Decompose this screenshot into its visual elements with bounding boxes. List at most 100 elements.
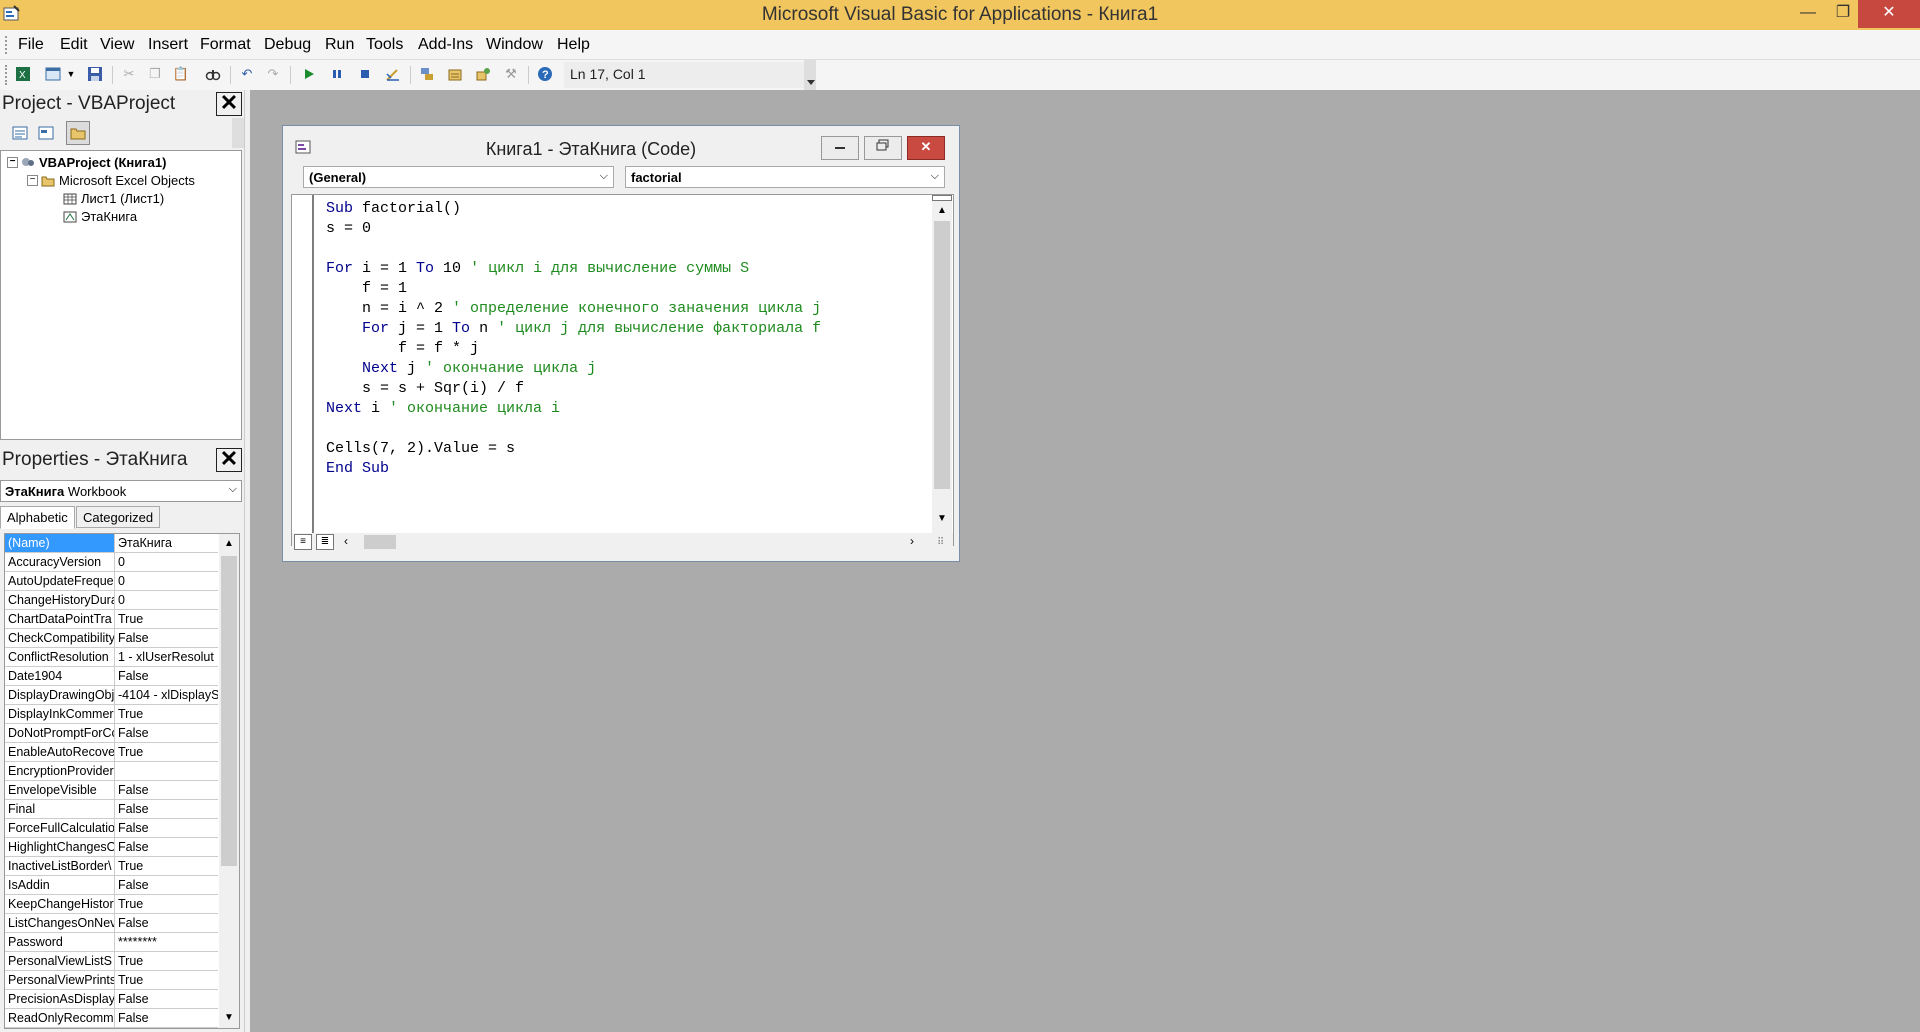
property-value[interactable]: 1 - xlUserResolut — [116, 648, 218, 666]
property-row[interactable]: EnvelopeVisible False — [5, 781, 218, 800]
save-icon[interactable] — [86, 65, 104, 83]
property-value[interactable]: True — [116, 743, 218, 761]
property-row[interactable]: ChangeHistoryDura 0 — [5, 591, 218, 610]
property-value[interactable]: False — [116, 990, 218, 1008]
collapse-icon[interactable]: − — [27, 175, 38, 186]
code-line[interactable]: For i = 1 To 10 ' цикл i для вычисление … — [326, 259, 821, 279]
break-icon[interactable] — [328, 65, 346, 83]
properties-pane-close-button[interactable]: ✕ — [216, 448, 242, 472]
scrollbar-thumb[interactable] — [364, 535, 396, 549]
paste-icon[interactable]: 📋 — [172, 65, 190, 83]
property-row[interactable]: ReadOnlyRecomm False — [5, 1009, 218, 1028]
close-button[interactable]: ✕ — [1858, 0, 1920, 28]
code-line[interactable]: s = s + Sqr(i) / f — [326, 379, 821, 399]
property-row[interactable]: InactiveListBorder\ True — [5, 857, 218, 876]
scroll-left-icon[interactable]: ‹ — [344, 534, 348, 548]
property-row[interactable]: ChartDataPointTra True — [5, 610, 218, 629]
property-value[interactable]: False — [116, 724, 218, 742]
property-value[interactable]: 0 — [116, 591, 218, 609]
property-value[interactable]: True — [116, 952, 218, 970]
property-row[interactable]: (Name) ЭтаКнига — [5, 534, 218, 553]
property-row[interactable]: Password ******** — [5, 933, 218, 952]
property-value[interactable]: False — [116, 876, 218, 894]
property-value[interactable]: ******** — [116, 933, 218, 951]
pane-splitter[interactable] — [244, 90, 250, 1032]
dropdown-arrow-icon[interactable]: ▼ — [66, 65, 76, 83]
property-row[interactable]: ListChangesOnNev False — [5, 914, 218, 933]
procedure-view-icon[interactable]: ≡ — [294, 534, 312, 550]
property-value[interactable]: False — [116, 667, 218, 685]
split-bar[interactable] — [932, 195, 952, 201]
property-row[interactable]: Final False — [5, 800, 218, 819]
scrollbar-thumb[interactable] — [934, 221, 950, 489]
toggle-folders-icon[interactable] — [66, 121, 90, 145]
chevron-down-icon[interactable]: ⌵ — [229, 483, 237, 496]
code-window-minimize-button[interactable] — [821, 136, 859, 160]
code-margin-indicator-bar[interactable] — [292, 195, 314, 535]
property-row[interactable]: EnableAutoRecove True — [5, 743, 218, 762]
excel-view-icon[interactable]: X — [14, 65, 32, 83]
project-toolbar-scroll[interactable] — [232, 118, 244, 148]
menu-add-ins[interactable]: Add-Ins — [418, 36, 473, 54]
project-tree[interactable]: − VBAProject (Книга1) − Microsoft Excel … — [0, 150, 242, 440]
scroll-down-icon[interactable]: ▼ — [937, 513, 947, 524]
property-value[interactable]: True — [116, 857, 218, 875]
menu-run[interactable]: Run — [325, 36, 354, 54]
property-row[interactable]: HighlightChangesO False — [5, 838, 218, 857]
tab-alphabetic[interactable]: Alphabetic — [0, 506, 75, 529]
property-row[interactable]: ForceFullCalculatio False — [5, 819, 218, 838]
property-row[interactable]: DoNotPromptForCc False — [5, 724, 218, 743]
scroll-up-icon[interactable]: ▲ — [937, 205, 947, 216]
code-line[interactable]: Next i ' окончание цикла i — [326, 399, 821, 419]
full-module-view-icon[interactable]: ≣ — [316, 534, 334, 550]
property-value[interactable]: 0 — [116, 572, 218, 590]
property-row[interactable]: PersonalViewListS True — [5, 952, 218, 971]
code-line[interactable]: End Sub — [326, 459, 821, 479]
property-value[interactable]: 0 — [116, 553, 218, 571]
code-text[interactable]: Sub factorial() s = 0 For i = 1 To 10 ' ц… — [326, 199, 821, 479]
redo-icon[interactable]: ↷ — [264, 65, 282, 83]
menu-tools[interactable]: Tools — [366, 36, 403, 54]
resize-grip-icon[interactable]: ⠿ — [937, 537, 944, 548]
project-pane-close-button[interactable]: ✕ — [216, 92, 242, 116]
property-value[interactable]: ЭтаКнига — [116, 534, 218, 552]
view-code-icon[interactable] — [8, 121, 32, 145]
undo-icon[interactable]: ↶ — [238, 65, 256, 83]
menu-view[interactable]: View — [100, 36, 134, 54]
menu-edit[interactable]: Edit — [60, 36, 88, 54]
code-horizontal-scrollbar[interactable]: ≡ ≣ ‹ › ⠿ — [292, 533, 953, 551]
tree-node-excel-objects[interactable]: − Microsoft Excel Objects — [27, 173, 195, 188]
menu-debug[interactable]: Debug — [264, 36, 311, 54]
property-row[interactable]: Date1904 False — [5, 667, 218, 686]
property-value[interactable]: True — [116, 705, 218, 723]
property-row[interactable]: EncryptionProvider — [5, 762, 218, 781]
insert-userform-icon[interactable] — [44, 65, 62, 83]
property-row[interactable]: IsAddin False — [5, 876, 218, 895]
code-line[interactable]: Next j ' окончание цикла j — [326, 359, 821, 379]
code-line[interactable]: f = 1 — [326, 279, 821, 299]
property-row[interactable]: KeepChangeHistor True — [5, 895, 218, 914]
chevron-down-icon[interactable]: ⌵ — [931, 170, 939, 183]
reset-icon[interactable] — [356, 65, 374, 83]
property-row[interactable]: ConflictResolution 1 - xlUserResolut — [5, 648, 218, 667]
scroll-up-icon[interactable]: ▲ — [224, 538, 234, 549]
menu-help[interactable]: Help — [557, 36, 590, 54]
property-row[interactable]: AccuracyVersion 0 — [5, 553, 218, 572]
scroll-down-icon[interactable]: ▼ — [224, 1012, 234, 1023]
code-line[interactable]: Cells(7, 2).Value = s — [326, 439, 821, 459]
menubar-grip[interactable] — [5, 36, 8, 54]
toolbox-icon[interactable]: ⚒ — [502, 65, 520, 83]
code-window-restore-button[interactable] — [864, 136, 902, 160]
toolbar-options-grip[interactable] — [804, 60, 816, 90]
code-line[interactable]: f = f * j — [326, 339, 821, 359]
code-window-close-button[interactable]: ✕ — [907, 136, 945, 160]
property-value[interactable]: False — [116, 1009, 218, 1027]
toolbar-grip[interactable] — [5, 65, 8, 85]
project-explorer-icon[interactable] — [418, 65, 436, 83]
code-line[interactable]: Sub factorial() — [326, 199, 821, 219]
design-mode-icon[interactable] — [384, 65, 402, 83]
property-row[interactable]: PrecisionAsDisplay False — [5, 990, 218, 1009]
properties-window-icon[interactable] — [446, 65, 464, 83]
object-browser-icon[interactable] — [474, 65, 492, 83]
property-value[interactable] — [116, 762, 218, 780]
